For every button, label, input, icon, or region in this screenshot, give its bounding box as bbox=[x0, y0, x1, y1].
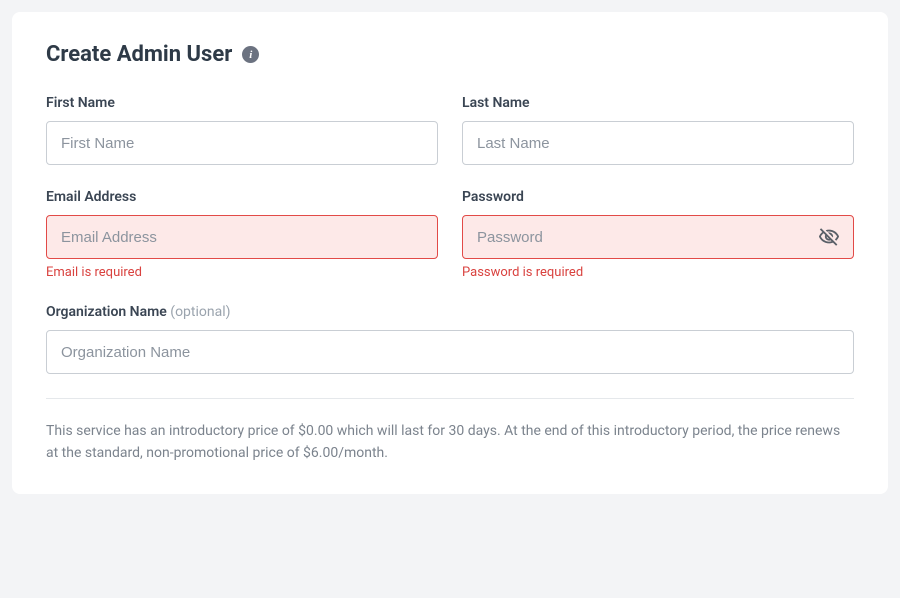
card-header: Create Admin User i bbox=[46, 42, 854, 67]
last-name-input-wrapper bbox=[462, 121, 854, 165]
organization-input-wrapper bbox=[46, 330, 854, 374]
pricing-note: This service has an introductory price o… bbox=[46, 421, 854, 464]
organization-group: Organization Name (optional) bbox=[46, 304, 854, 374]
organization-label: Organization Name (optional) bbox=[46, 304, 854, 320]
password-label: Password bbox=[462, 189, 854, 205]
email-input[interactable] bbox=[46, 215, 438, 259]
first-name-label: First Name bbox=[46, 95, 438, 111]
row-organization: Organization Name (optional) bbox=[46, 304, 854, 374]
page-title: Create Admin User bbox=[46, 42, 232, 67]
toggle-password-visibility-icon[interactable] bbox=[818, 226, 840, 248]
first-name-input[interactable] bbox=[46, 121, 438, 165]
row-credentials: Email Address Email is required Password… bbox=[46, 189, 854, 280]
last-name-group: Last Name bbox=[462, 95, 854, 165]
password-error: Password is required bbox=[462, 265, 854, 280]
email-label: Email Address bbox=[46, 189, 438, 205]
last-name-label: Last Name bbox=[462, 95, 854, 111]
organization-optional-text: (optional) bbox=[170, 304, 230, 320]
info-icon[interactable]: i bbox=[242, 46, 259, 63]
row-name: First Name Last Name bbox=[46, 95, 854, 165]
first-name-input-wrapper bbox=[46, 121, 438, 165]
first-name-group: First Name bbox=[46, 95, 438, 165]
last-name-input[interactable] bbox=[462, 121, 854, 165]
password-input-wrapper bbox=[462, 215, 854, 259]
organization-label-text: Organization Name bbox=[46, 304, 167, 320]
email-error: Email is required bbox=[46, 265, 438, 280]
section-divider bbox=[46, 398, 854, 399]
email-group: Email Address Email is required bbox=[46, 189, 438, 280]
password-input[interactable] bbox=[462, 215, 854, 259]
create-admin-card: Create Admin User i First Name Last Name… bbox=[12, 12, 888, 494]
organization-input[interactable] bbox=[46, 330, 854, 374]
password-group: Password Password is required bbox=[462, 189, 854, 280]
email-input-wrapper bbox=[46, 215, 438, 259]
